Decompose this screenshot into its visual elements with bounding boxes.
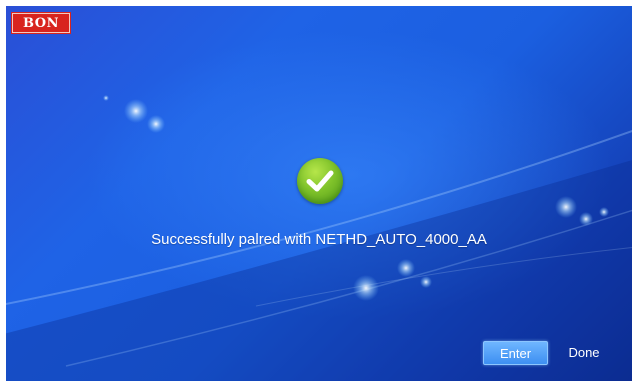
done-button[interactable]: Done (559, 341, 609, 363)
pairing-status-message: Successfully palred with NETHD_AUTO_4000… (151, 231, 487, 248)
check-circle-icon (297, 158, 343, 204)
brand-logo-text: BON (23, 15, 59, 31)
enter-button[interactable]: Enter (483, 341, 548, 365)
brand-logo: BON (12, 13, 70, 33)
